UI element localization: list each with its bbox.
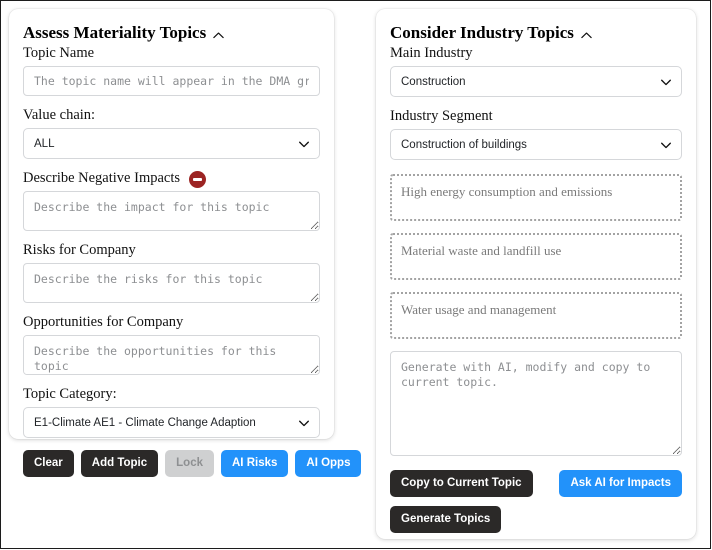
- opportunities-label: Opportunities for Company: [23, 314, 184, 330]
- copy-to-current-topic-button[interactable]: Copy to Current Topic: [390, 470, 533, 497]
- consider-industry-topics-header[interactable]: Consider Industry Topics: [390, 23, 682, 43]
- panel-title-text: Consider Industry Topics: [390, 23, 574, 42]
- lock-button: Lock: [165, 450, 214, 477]
- no-entry-bar: [193, 177, 203, 181]
- opportunities-textarea[interactable]: [23, 335, 320, 375]
- ask-ai-for-impacts-button[interactable]: Ask AI for Impacts: [559, 470, 682, 497]
- panel-title-text: Assess Materiality Topics: [23, 23, 207, 42]
- negative-impacts-label: Describe Negative Impacts: [23, 169, 320, 188]
- industry-segment-select-wrap: Construction of buildings: [390, 129, 682, 160]
- main-industry-label: Main Industry: [390, 45, 473, 61]
- suggested-topic-item[interactable]: Material waste and landfill use: [390, 233, 682, 280]
- chevron-up-icon[interactable]: [580, 29, 593, 42]
- topic-name-label: Topic Name: [23, 45, 95, 61]
- right-panel-button-row-1: Copy to Current Topic Ask AI for Impacts: [390, 470, 682, 497]
- page-frame: Assess Materiality Topics Topic Name Val…: [0, 0, 711, 549]
- industry-segment-select[interactable]: Construction of buildings: [390, 129, 682, 160]
- value-chain-select[interactable]: ALL: [23, 128, 320, 159]
- ai-risks-button[interactable]: AI Risks: [221, 450, 289, 477]
- generate-topics-button[interactable]: Generate Topics: [390, 506, 502, 533]
- left-panel-body: Assess Materiality Topics Topic Name Val…: [9, 9, 362, 477]
- ai-generation-textarea[interactable]: [390, 351, 682, 456]
- topic-category-select-wrap: E1-Climate AE1 - Climate Change Adaption: [23, 407, 320, 438]
- risks-label: Risks for Company: [23, 242, 136, 258]
- topic-category-select[interactable]: E1-Climate AE1 - Climate Change Adaption: [23, 407, 320, 438]
- risks-textarea[interactable]: [23, 263, 320, 303]
- topic-category-label: Topic Category:: [23, 386, 117, 402]
- left-panel-button-row: Clear Add Topic Lock AI Risks AI Opps: [23, 450, 362, 477]
- clear-button[interactable]: Clear: [23, 450, 74, 477]
- assess-materiality-topics-header[interactable]: Assess Materiality Topics: [23, 23, 320, 43]
- negative-impacts-textarea[interactable]: [23, 191, 320, 231]
- ai-opps-button[interactable]: AI Opps: [295, 450, 362, 477]
- value-chain-select-wrap: ALL: [23, 128, 320, 159]
- main-industry-select-wrap: Construction: [390, 66, 682, 97]
- right-panel-body: Consider Industry Topics Main Industry C…: [376, 9, 696, 539]
- chevron-up-icon[interactable]: [212, 29, 225, 42]
- consider-industry-topics-card: Consider Industry Topics Main Industry C…: [376, 9, 696, 539]
- suggested-topic-item[interactable]: Water usage and management: [390, 292, 682, 339]
- add-topic-button[interactable]: Add Topic: [80, 450, 159, 477]
- right-panel-button-row-2: Generate Topics: [390, 506, 682, 533]
- value-chain-label: Value chain:: [23, 107, 96, 123]
- assess-materiality-topics-card: Assess Materiality Topics Topic Name Val…: [9, 9, 362, 477]
- topic-name-input[interactable]: [23, 66, 320, 96]
- no-entry-icon[interactable]: [189, 170, 207, 188]
- suggested-topic-item[interactable]: High energy consumption and emissions: [390, 174, 682, 221]
- industry-segment-label: Industry Segment: [390, 108, 493, 124]
- main-industry-select[interactable]: Construction: [390, 66, 682, 97]
- negative-impacts-label-text: Describe Negative Impacts: [23, 170, 181, 186]
